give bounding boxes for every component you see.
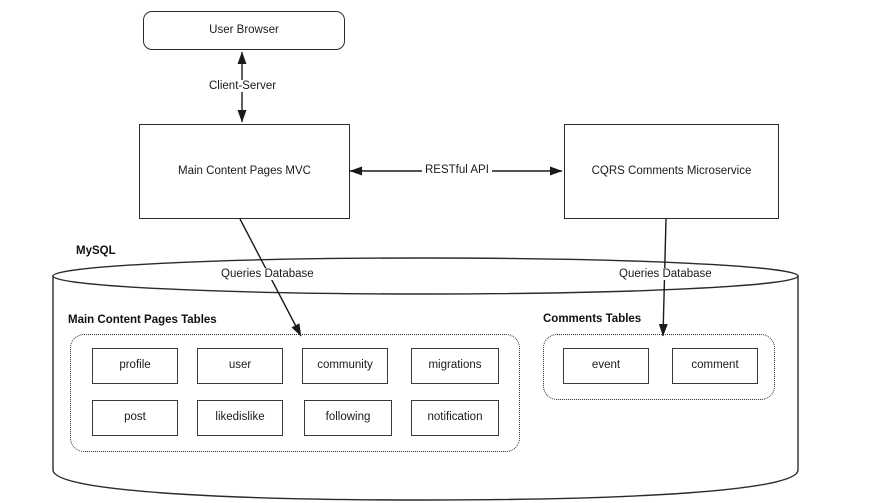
group-label-comments-tables: Comments Tables [543, 313, 642, 325]
table-box-post[interactable]: post [92, 400, 178, 436]
table-box-user[interactable]: user [197, 348, 283, 384]
edge-label-queries-database-left: Queries Database [218, 268, 317, 280]
table-box-comment[interactable]: comment [672, 348, 758, 384]
table-box-following[interactable]: following [304, 400, 392, 436]
table-box-post-label: post [124, 411, 146, 424]
node-main-content-pages-mvc[interactable]: Main Content Pages MVC [139, 124, 350, 219]
table-box-event-label: event [591, 359, 621, 372]
table-box-notification[interactable]: notification [411, 400, 499, 436]
node-user-browser[interactable]: User Browser [143, 11, 345, 50]
edge-label-queries-database-right: Queries Database [616, 268, 715, 280]
edge-label-restful-api: RESTful API [422, 164, 492, 176]
table-box-notification-label: notification [427, 411, 483, 424]
mysql-label: MySQL [76, 245, 116, 257]
node-cqrs-comments-microservice-label: CQRS Comments Microservice [591, 164, 752, 177]
table-box-migrations[interactable]: migrations [411, 348, 499, 384]
node-main-content-pages-mvc-label: Main Content Pages MVC [178, 164, 311, 177]
node-user-browser-label: User Browser [209, 23, 279, 36]
table-box-migrations-label: migrations [428, 359, 482, 372]
group-label-main-content-pages-tables: Main Content Pages Tables [68, 314, 217, 326]
node-cqrs-comments-microservice[interactable]: CQRS Comments Microservice [564, 124, 779, 219]
table-box-user-label: user [228, 359, 252, 372]
table-box-likedislike-label: likedislike [215, 411, 265, 424]
table-box-following-label: following [325, 411, 371, 424]
table-box-community[interactable]: community [302, 348, 388, 384]
table-box-comment-label: comment [691, 359, 739, 372]
table-box-likedislike[interactable]: likedislike [197, 400, 283, 436]
table-box-event[interactable]: event [563, 348, 649, 384]
table-box-profile-label: profile [119, 359, 151, 372]
edge-label-client-server: Client-Server [206, 80, 280, 92]
architecture-diagram-canvas: User Browser Main Content Pages MVC CQRS… [0, 0, 879, 503]
table-box-community-label: community [317, 359, 373, 372]
table-box-profile[interactable]: profile [92, 348, 178, 384]
